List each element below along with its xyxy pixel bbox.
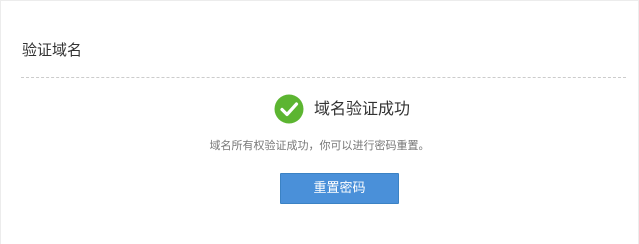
- success-message: 域名所有权验证成功，你可以进行密码重置。: [209, 139, 430, 152]
- success-title: 域名验证成功: [314, 99, 411, 118]
- success-status: 域名验证成功: [274, 94, 410, 124]
- verify-domain-panel: 验证域名 域名验证成功 域名所有权验证成功，你可以进行密码重置。 重置密码: [0, 0, 639, 244]
- reset-password-button[interactable]: 重置密码: [280, 173, 399, 204]
- section-divider: [21, 77, 626, 78]
- check-circle-icon: [274, 94, 304, 124]
- page-title: 验证域名: [22, 41, 83, 59]
